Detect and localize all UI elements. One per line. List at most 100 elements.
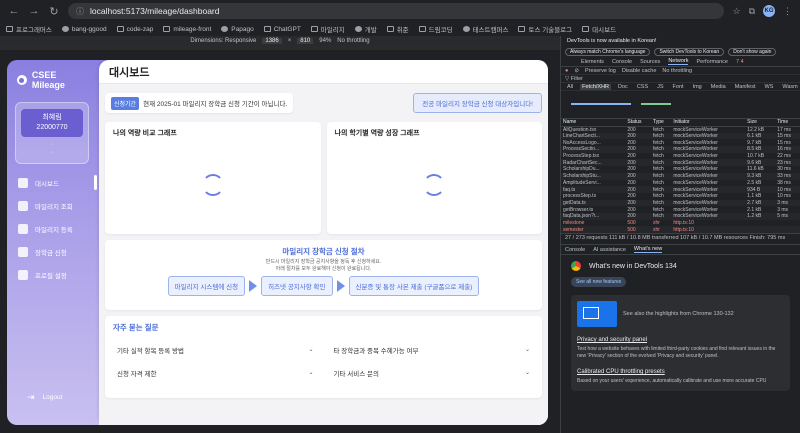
bookmark-item[interactable]: ChatGPT	[263, 26, 301, 33]
filter-all[interactable]: All	[565, 84, 575, 90]
match-language-button[interactable]: Always match Chrome's language	[565, 47, 651, 56]
highlights-thumbnail[interactable]	[577, 301, 617, 327]
see-all-button[interactable]: See all new features	[571, 277, 627, 287]
logout-button[interactable]: ⇥ Logout	[27, 392, 62, 403]
device-mode[interactable]: Dimensions: Responsive	[190, 38, 256, 44]
process-step[interactable]: 히즈넷 공지사항 확인	[261, 276, 333, 296]
column-header[interactable]: Time	[775, 119, 800, 127]
chart-title: 나의 역량 비교 그래프	[113, 130, 177, 137]
tab-whats-new[interactable]: What's new	[633, 246, 663, 253]
table-row[interactable]: AmplitudeServi... 200 fetch mockServiceWork…	[561, 180, 800, 187]
clear-icon[interactable]: ⊘	[574, 68, 579, 74]
back-icon[interactable]: ←	[8, 5, 20, 17]
star-icon[interactable]: ☆	[732, 6, 740, 17]
sidebar-item-scholarship[interactable]: 장학금 신청	[15, 243, 91, 260]
faq-item[interactable]: 기타 서비스 문의 ⌄	[330, 364, 535, 381]
table-row[interactable]: ScholarshipStu... 200 fetch mockServiceWork…	[561, 172, 800, 180]
process-step[interactable]: 마일리지 시스템에 신청	[167, 276, 246, 296]
sidebar-item-dashboard[interactable]: 대시보드	[15, 174, 97, 191]
table-row[interactable]: processStep.ts 200 fetch mockServiceWorker 1…	[561, 193, 800, 200]
eligibility-button[interactable]: 전공 마일리지 장학금 신청 대상자입니다!	[413, 93, 542, 113]
throttling-select[interactable]: No throttling	[662, 68, 692, 74]
width-input[interactable]: 1386	[262, 38, 282, 44]
filter-manifest[interactable]: Manifest	[733, 84, 758, 90]
switch-korean-button[interactable]: Switch DevTools to Korean	[654, 47, 725, 56]
tab-elements[interactable]: Elements	[581, 59, 604, 65]
table-row[interactable]: ProcessSectio... 200 fetch mockServiceWorke…	[561, 146, 800, 153]
table-row[interactable]: semester 500 xhr http.ts:10	[561, 226, 800, 233]
column-header[interactable]: Initiator	[671, 119, 746, 127]
filter-fetchxhr[interactable]: Fetch/XHR	[580, 83, 612, 90]
filter-font[interactable]: Font	[671, 84, 686, 90]
filter-ws[interactable]: WS	[763, 84, 776, 90]
filter-img[interactable]: Img	[691, 84, 704, 90]
tab-performance[interactable]: Performance	[696, 59, 728, 65]
bookmark-item[interactable]: 마일리지	[310, 24, 345, 34]
cpu-throttling-link[interactable]: Calibrated CPU throttling presets	[577, 369, 784, 375]
bookmark-item[interactable]: 취준	[386, 24, 409, 34]
filter-icon[interactable]: ▽ Filter	[565, 76, 583, 82]
sidebar-item-profile[interactable]: 프로필 설정	[15, 266, 91, 283]
filter-css[interactable]: CSS	[635, 84, 650, 90]
table-row[interactable]: NoAccessLogo... 200 fetch mockServiceWorker…	[561, 139, 800, 146]
table-row[interactable]: LineChartSecti... 200 fetch mockServiceWork…	[561, 132, 800, 140]
app-logo[interactable]: CSEE Mileage	[17, 70, 91, 90]
bookmark-item[interactable]: 테스트캠퍼스	[462, 24, 508, 34]
preserve-log-checkbox[interactable]: Preserve log	[585, 68, 616, 74]
table-row[interactable]: ScholarshipDu... 200 fetch mockServiceWorke…	[561, 166, 800, 173]
filter-wasm[interactable]: Wasm	[780, 84, 799, 90]
url-text: localhost:5173/mileage/dashboard	[90, 6, 220, 16]
table-row[interactable]: getData.ts 200 fetch mockServiceWorker 2.7 k…	[561, 199, 800, 207]
tab-network[interactable]: Network	[668, 58, 689, 65]
bookmark-item[interactable]: Papago	[221, 26, 254, 33]
table-row[interactable]: RadarChartSec... 200 fetch mockServiceWorke…	[561, 159, 800, 167]
filter-doc[interactable]: Doc	[616, 84, 630, 90]
process-step[interactable]: 신분증 및 통장 사본 제출 (구글폼으로 제출)	[348, 276, 480, 296]
table-row[interactable]: ProcessStep.tsx 200 fetch mockServiceWorker…	[561, 153, 800, 160]
table-row[interactable]: faqData.json?i... 200 fetch mockServiceWork…	[561, 212, 800, 220]
more-icon[interactable]: ⋮	[783, 6, 792, 17]
zoom-select[interactable]: 94%	[319, 38, 331, 44]
bookmark-item[interactable]: 대시보드	[582, 24, 616, 34]
faq-item[interactable]: 신청 자격 제한 ⌄	[113, 364, 318, 381]
filter-media[interactable]: Media	[709, 84, 728, 90]
column-header[interactable]: Type	[650, 119, 672, 127]
table-row[interactable]: AllQuestion.tsx 200 fetch mockServiceWorker…	[561, 126, 800, 133]
dont-show-button[interactable]: Don't show again	[728, 47, 777, 56]
extensions-icon[interactable]: ⧉	[749, 6, 755, 17]
faq-item[interactable]: 기타 실적 항목 등록 방법 ⌄	[113, 341, 318, 358]
forward-icon[interactable]: →	[28, 5, 40, 17]
bookmark-item[interactable]: 프로그래머스	[6, 24, 52, 34]
tab-console[interactable]: Console	[612, 59, 632, 65]
table-row[interactable]: milestone 500 xhr http.ts:10	[561, 220, 800, 227]
issue-badges[interactable]: 7 4	[736, 59, 744, 65]
sidebar-item-mileage-register[interactable]: 마일리지 등록	[15, 220, 91, 237]
highlights-text[interactable]: See also the highlights from Chrome 130-…	[623, 311, 734, 317]
reload-icon[interactable]: ↻	[48, 5, 60, 18]
tab-sources[interactable]: Sources	[640, 59, 660, 65]
height-input[interactable]: 810	[297, 38, 314, 44]
profile-avatar[interactable]: KG	[763, 5, 775, 17]
bookmark-item[interactable]: 드림코딩	[418, 24, 453, 34]
bookmark-item[interactable]: code-zap	[116, 26, 153, 33]
bookmark-item[interactable]: mileage-front	[163, 26, 211, 33]
column-header[interactable]: Name	[561, 119, 626, 127]
bookmark-item[interactable]: 토스 기술블로그	[518, 24, 572, 34]
bookmark-item[interactable]: bang-ggood	[61, 26, 107, 33]
filter-js[interactable]: JS	[655, 84, 665, 90]
sidebar-item-mileage-view[interactable]: 마일리지 조회	[15, 197, 91, 214]
tab-console-drawer[interactable]: Console	[565, 247, 585, 253]
column-header[interactable]: Size	[745, 119, 776, 127]
throttle-select[interactable]: No throttling	[337, 38, 369, 44]
faq-item[interactable]: 타 장학금과 중복 수혜가능 여부 ⌄	[330, 341, 535, 358]
table-row[interactable]: getBrowser.ts 200 fetch mockServiceWorker 2.…	[561, 206, 800, 213]
disable-cache-checkbox[interactable]: Disable cache	[622, 68, 657, 74]
address-bar[interactable]: ⓘ localhost:5173/mileage/dashboard	[68, 3, 725, 19]
bookmark-item[interactable]: 개발	[354, 24, 377, 34]
table-row[interactable]: faq.ts 200 fetch mockServiceWorker 934 B 10 m…	[561, 186, 800, 193]
tab-ai-assistance[interactable]: AI assistance	[593, 247, 626, 253]
record-icon[interactable]: ●	[565, 68, 568, 74]
privacy-link[interactable]: Privacy and security panel	[577, 337, 784, 343]
column-header[interactable]: Status	[625, 119, 651, 127]
site-info-icon[interactable]: ⓘ	[76, 6, 84, 17]
